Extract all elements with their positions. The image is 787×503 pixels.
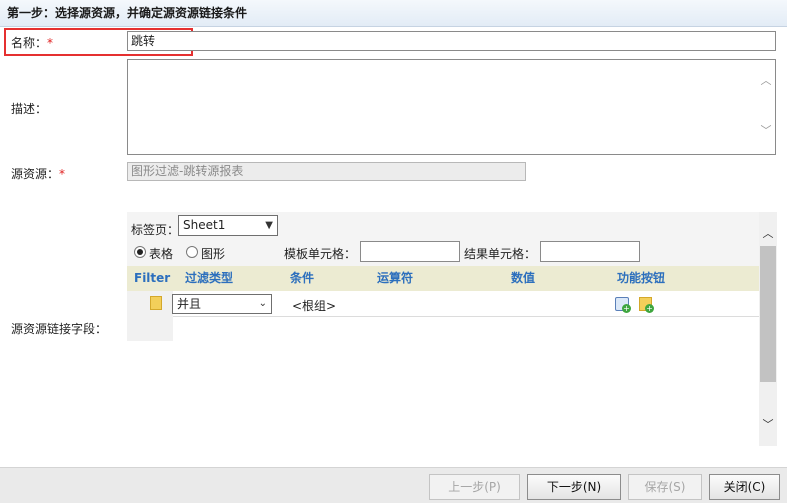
- scrollbar-thumb[interactable]: [760, 246, 776, 382]
- required-mark: *: [47, 36, 54, 50]
- scroll-down-icon[interactable]: ﹀: [761, 418, 775, 432]
- add-group-icon[interactable]: +: [639, 297, 654, 313]
- name-input[interactable]: 跳转: [127, 31, 776, 51]
- grid-body: [127, 317, 759, 446]
- description-label: 描述：: [11, 102, 48, 116]
- result-cell-label: 结果单元格：: [464, 247, 537, 261]
- col-value: 数值: [511, 271, 536, 285]
- sheet-select-value: Sheet1: [183, 218, 226, 232]
- prev-button[interactable]: 上一步(P): [429, 474, 520, 500]
- scroll-up-icon[interactable]: ︿: [759, 74, 773, 88]
- col-filter: Filter: [134, 271, 171, 285]
- close-button[interactable]: 关闭(C): [709, 474, 780, 500]
- radio-table[interactable]: [134, 246, 146, 258]
- grid-header: Filter 过滤类型 条件 运算符 数值 功能按钮: [127, 266, 759, 291]
- sheet-select[interactable]: Sheet1 ▼: [178, 215, 278, 236]
- add-condition-icon[interactable]: +: [615, 297, 631, 313]
- required-mark: *: [59, 167, 66, 181]
- col-actions: 功能按钮: [617, 271, 666, 285]
- scroll-up-icon[interactable]: ︿: [761, 227, 775, 241]
- name-label: 名称：: [11, 36, 48, 50]
- template-cell-label: 模板单元格：: [284, 247, 357, 261]
- next-button[interactable]: 下一步(N): [527, 474, 621, 500]
- result-cell-input[interactable]: [540, 241, 640, 262]
- filter-type-value: 并且: [177, 297, 202, 311]
- scroll-down-icon[interactable]: ﹀: [759, 124, 773, 138]
- chevron-down-icon: ⌄: [258, 298, 267, 309]
- radio-chart[interactable]: [186, 246, 198, 258]
- radio-chart-label: 图形: [201, 247, 226, 261]
- col-operator: 运算符: [377, 271, 414, 285]
- link-fields-label: 源资源链接字段：: [11, 322, 108, 336]
- description-textarea[interactable]: ︿ ﹀: [127, 59, 776, 155]
- name-label-wrap: 名称：*: [11, 34, 53, 51]
- condition-cell: <根组>: [292, 299, 337, 313]
- template-cell-input[interactable]: [360, 241, 460, 262]
- sheet-label: 标签页：: [131, 223, 180, 237]
- radio-table-label: 表格: [149, 247, 174, 261]
- chevron-down-icon: ▼: [265, 220, 273, 231]
- save-button[interactable]: 保存(S): [628, 474, 702, 500]
- source-resource-field: 图形过滤-跳转源报表: [127, 162, 526, 181]
- col-filter-type: 过滤类型: [185, 271, 234, 285]
- col-condition: 条件: [290, 271, 315, 285]
- source-label-wrap: 源资源：*: [11, 165, 65, 182]
- wizard-step-title: 第一步：选择源资源，并确定源资源链接条件: [0, 0, 787, 27]
- filter-type-select[interactable]: 并且 ⌄: [172, 294, 272, 314]
- folder-icon: [150, 296, 162, 310]
- source-label: 源资源：: [11, 167, 60, 181]
